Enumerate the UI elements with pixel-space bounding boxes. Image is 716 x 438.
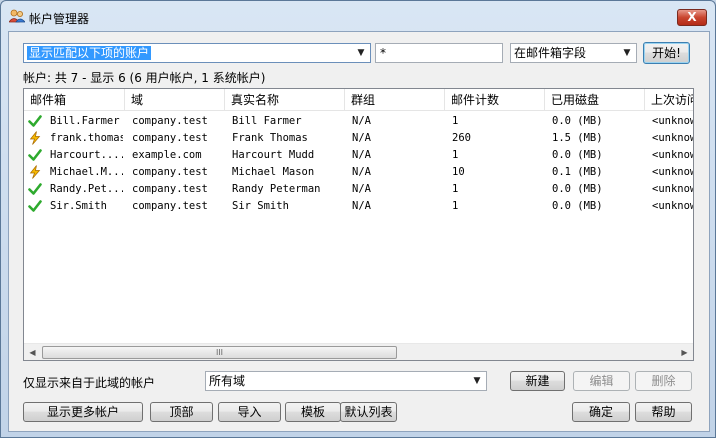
cell-last: <unknown> bbox=[652, 132, 693, 144]
column-header-domain[interactable]: 域 bbox=[125, 89, 225, 111]
cell-domain: company.test bbox=[132, 200, 208, 212]
cell-mailbox: frank.thomas bbox=[50, 132, 123, 144]
filter-pattern-input[interactable]: * bbox=[375, 43, 503, 63]
show-more-accounts-button[interactable]: 显示更多帐户 bbox=[23, 402, 143, 422]
top-button[interactable]: 顶部 bbox=[150, 402, 213, 422]
cell-realname: Harcourt Mudd bbox=[232, 149, 315, 161]
horizontal-scrollbar[interactable]: ◀ III ▶ bbox=[24, 343, 693, 360]
filter-mode-value: 显示匹配以下项的账户 bbox=[27, 46, 152, 60]
column-header-last-access[interactable]: 上次访问 bbox=[645, 89, 693, 111]
delete-button[interactable]: 删除 bbox=[635, 371, 692, 391]
cell-mailbox: Michael.M... bbox=[50, 166, 123, 178]
dialog-body: 显示匹配以下项的账户 ▼ * 在邮件箱字段 ▼ 开始! 帐户: 共 7 - 显示… bbox=[8, 31, 710, 432]
window-title: 帐户管理器 bbox=[29, 12, 90, 26]
import-button[interactable]: 导入 bbox=[218, 402, 281, 422]
chevron-down-icon: ▼ bbox=[473, 376, 481, 386]
cell-count: 260 bbox=[452, 132, 471, 144]
column-header-group[interactable]: 群组 bbox=[345, 89, 445, 111]
table-row[interactable]: Michael.M... company.test Michael Mason N/A… bbox=[24, 164, 693, 181]
column-header-disk-used[interactable]: 已用磁盘 bbox=[545, 89, 645, 111]
domain-filter-value: 所有域 bbox=[209, 374, 246, 388]
cell-domain: company.test bbox=[132, 166, 208, 178]
domain-filter-select[interactable]: 所有域 ▼ bbox=[205, 371, 487, 391]
title-bar[interactable]: 帐户管理器 X bbox=[1, 1, 715, 29]
edit-button[interactable]: 编辑 bbox=[573, 371, 630, 391]
cell-last: <unknown> bbox=[652, 149, 693, 161]
accounts-list[interactable]: 邮件箱 域 真实名称 群组 邮件计数 已用磁盘 上次访问 Bill.Farmer… bbox=[23, 88, 694, 361]
cell-domain: company.test bbox=[132, 115, 208, 127]
template-button[interactable]: 模板 bbox=[285, 402, 341, 422]
cell-domain: company.test bbox=[132, 183, 208, 195]
column-header-realname[interactable]: 真实名称 bbox=[225, 89, 345, 111]
cell-realname: Randy Peterman bbox=[232, 183, 321, 195]
table-row[interactable]: Bill.Farmer company.test Bill Farmer N/A 1 0.… bbox=[24, 113, 693, 130]
cell-realname: Bill Farmer bbox=[232, 115, 302, 127]
users-app-icon bbox=[8, 9, 26, 23]
lightning-icon bbox=[28, 131, 42, 145]
cell-realname: Frank Thomas bbox=[232, 132, 308, 144]
cell-group: N/A bbox=[352, 115, 371, 127]
list-header: 邮件箱 域 真实名称 群组 邮件计数 已用磁盘 上次访问 bbox=[24, 89, 693, 111]
cell-count: 1 bbox=[452, 200, 459, 212]
cell-group: N/A bbox=[352, 183, 371, 195]
check-icon bbox=[28, 199, 42, 213]
column-header-mail-count[interactable]: 邮件计数 bbox=[445, 89, 545, 111]
scroll-thumb[interactable]: III bbox=[42, 346, 397, 359]
cell-count: 10 bbox=[452, 166, 465, 178]
check-icon bbox=[28, 148, 42, 162]
cell-group: N/A bbox=[352, 149, 371, 161]
domain-filter-label: 仅显示来自于此域的帐户 bbox=[23, 376, 156, 390]
cell-disk: 0.0 (MB) bbox=[552, 183, 603, 195]
close-button[interactable]: X bbox=[677, 9, 707, 26]
cell-domain: company.test bbox=[132, 132, 208, 144]
cell-count: 1 bbox=[452, 149, 459, 161]
cell-domain: example.com bbox=[132, 149, 202, 161]
check-icon bbox=[28, 114, 42, 128]
cell-disk: 0.0 (MB) bbox=[552, 149, 603, 161]
cell-mailbox: Sir.Smith bbox=[50, 200, 107, 212]
cell-group: N/A bbox=[352, 132, 371, 144]
filter-field-select[interactable]: 在邮件箱字段 ▼ bbox=[510, 43, 637, 63]
cell-last: <unknown> bbox=[652, 200, 693, 212]
cell-last: <unknown> bbox=[652, 115, 693, 127]
cell-group: N/A bbox=[352, 166, 371, 178]
new-button[interactable]: 新建 bbox=[510, 371, 565, 391]
cell-last: <unknown> bbox=[652, 166, 693, 178]
column-header-mailbox[interactable]: 邮件箱 bbox=[24, 89, 125, 111]
check-icon bbox=[28, 182, 42, 196]
chevron-down-icon: ▼ bbox=[623, 48, 631, 58]
filter-field-value: 在邮件箱字段 bbox=[514, 46, 587, 60]
cell-disk: 1.5 (MB) bbox=[552, 132, 603, 144]
cell-mailbox: Harcourt.... bbox=[50, 149, 123, 161]
cell-mailbox: Randy.Pet... bbox=[50, 183, 123, 195]
lightning-icon bbox=[28, 165, 42, 179]
cell-disk: 0.0 (MB) bbox=[552, 200, 603, 212]
default-columns-button[interactable]: 默认列表 bbox=[340, 402, 397, 422]
account-summary: 帐户: 共 7 - 显示 6 (6 用户帐户, 1 系统帐户) bbox=[23, 71, 266, 85]
cell-disk: 0.0 (MB) bbox=[552, 115, 603, 127]
table-row[interactable]: Harcourt.... example.com Harcourt Mudd N/A 1… bbox=[24, 147, 693, 164]
scroll-left-icon[interactable]: ◀ bbox=[24, 344, 41, 360]
cell-realname: Michael Mason bbox=[232, 166, 315, 178]
chevron-down-icon: ▼ bbox=[357, 48, 365, 58]
account-manager-window: 帐户管理器 X 显示匹配以下项的账户 ▼ * 在邮件箱字段 ▼ 开始! 帐户: … bbox=[0, 0, 716, 438]
filter-mode-select[interactable]: 显示匹配以下项的账户 ▼ bbox=[23, 43, 371, 63]
cell-disk: 0.1 (MB) bbox=[552, 166, 603, 178]
cell-last: <unknown> bbox=[652, 183, 693, 195]
table-row[interactable]: frank.thomas company.test Frank Thomas N/A 2… bbox=[24, 130, 693, 147]
table-row[interactable]: Randy.Pet... company.test Randy Peterman N/… bbox=[24, 181, 693, 198]
cell-mailbox: Bill.Farmer bbox=[50, 115, 120, 127]
cell-realname: Sir Smith bbox=[232, 200, 289, 212]
start-button[interactable]: 开始! bbox=[643, 42, 690, 64]
cell-group: N/A bbox=[352, 200, 371, 212]
cell-count: 1 bbox=[452, 183, 459, 195]
scroll-right-icon[interactable]: ▶ bbox=[676, 344, 693, 360]
ok-button[interactable]: 确定 bbox=[572, 402, 630, 422]
table-row[interactable]: Sir.Smith company.test Sir Smith N/A 1 0.0 (M… bbox=[24, 198, 693, 215]
help-button[interactable]: 帮助 bbox=[635, 402, 692, 422]
cell-count: 1 bbox=[452, 115, 459, 127]
